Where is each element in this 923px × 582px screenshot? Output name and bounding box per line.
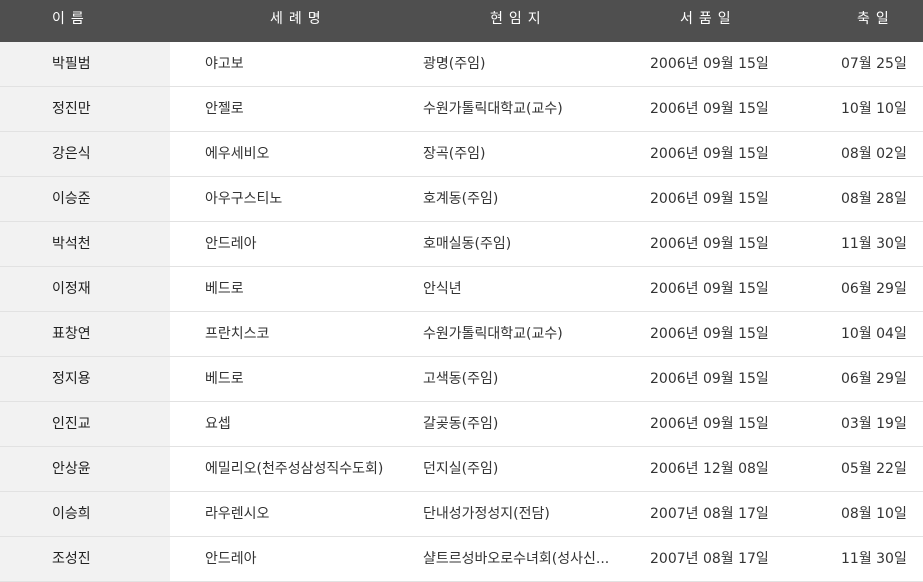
cell-name: 표창연 <box>52 326 91 342</box>
table-row: 박필범 야고보 광명(주임) 2006년 09월 15일 07월 25일 <box>0 42 923 87</box>
priest-table: 이름 세례명 현임지 서품일 축일 박필범 야고보 광명(주임) 2006년 09월 … <box>0 0 923 582</box>
header-name: 이름 <box>52 11 90 27</box>
cell-ordination-date: 2006년 09월 15일 <box>650 281 769 297</box>
header-feast-day: 축일 <box>857 11 895 27</box>
cell-feast-day: 11월 30일 <box>841 551 907 567</box>
table-row: 정진만 안젤로 수원가톨릭대학교(교수) 2006년 09월 15일 10월 10일 <box>0 87 923 132</box>
cell-name: 이승희 <box>52 506 91 522</box>
cell-feast-day: 05월 22일 <box>841 461 907 477</box>
cell-ordination-date: 2006년 09월 15일 <box>650 101 769 117</box>
cell-ordination-date: 2006년 09월 15일 <box>650 191 769 207</box>
cell-feast-day: 10월 04일 <box>841 326 907 342</box>
cell-feast-day: 08월 28일 <box>841 191 907 207</box>
table-row: 이승준 아우구스티노 호계동(주임) 2006년 09월 15일 08월 28일 <box>0 177 923 222</box>
cell-ordination-date: 2006년 12월 08일 <box>650 461 769 477</box>
table-row: 안상윤 에밀리오(천주성삼성직수도회) 던지실(주임) 2006년 12월 08일 05… <box>0 447 923 492</box>
cell-ordination-date: 2007년 08월 17일 <box>650 506 769 522</box>
table-row: 표창연 프란치스코 수원가톨릭대학교(교수) 2006년 09월 15일 10월 04일 <box>0 312 923 357</box>
header-current-post: 현임지 <box>490 11 547 27</box>
cell-feast-day: 07월 25일 <box>841 56 907 72</box>
cell-baptism-name: 요셉 <box>205 416 231 432</box>
cell-name: 정진만 <box>52 101 91 117</box>
cell-name: 강은식 <box>52 146 91 162</box>
cell-current-post: 광명(주임) <box>423 56 486 72</box>
table-row: 조성진 안드레아 샬트르성바오로수녀회(성사신... 2007년 08월 17일 11월… <box>0 537 923 582</box>
table-body: 박필범 야고보 광명(주임) 2006년 09월 15일 07월 25일 정진만 안젤로 수원… <box>0 42 923 582</box>
cell-feast-day: 08월 02일 <box>841 146 907 162</box>
cell-baptism-name: 프란치스코 <box>205 326 270 342</box>
table-row: 박석천 안드레아 호매실동(주임) 2006년 09월 15일 11월 30일 <box>0 222 923 267</box>
cell-current-post: 던지실(주임) <box>423 461 499 477</box>
cell-ordination-date: 2006년 09월 15일 <box>650 146 769 162</box>
cell-name: 이정재 <box>52 281 91 297</box>
cell-current-post: 호매실동(주임) <box>423 236 512 252</box>
table-row: 강은식 에우세비오 장곡(주임) 2006년 09월 15일 08월 02일 <box>0 132 923 177</box>
cell-ordination-date: 2006년 09월 15일 <box>650 326 769 342</box>
cell-baptism-name: 베드로 <box>205 281 244 297</box>
cell-feast-day: 03월 19일 <box>841 416 907 432</box>
cell-ordination-date: 2006년 09월 15일 <box>650 371 769 387</box>
cell-current-post: 갈곶동(주임) <box>423 416 499 432</box>
cell-baptism-name: 에우세비오 <box>205 146 270 162</box>
cell-baptism-name: 안드레아 <box>205 236 257 252</box>
cell-current-post: 호계동(주임) <box>423 191 499 207</box>
cell-baptism-name: 안드레아 <box>205 551 257 567</box>
cell-name: 인진교 <box>52 416 91 432</box>
table-row: 이승희 라우렌시오 단내성가정성지(전담) 2007년 08월 17일 08월 10일 <box>0 492 923 537</box>
cell-name: 안상윤 <box>52 461 91 477</box>
cell-name: 정지용 <box>52 371 91 387</box>
table-row: 이정재 베드로 안식년 2006년 09월 15일 06월 29일 <box>0 267 923 312</box>
cell-baptism-name: 베드로 <box>205 371 244 387</box>
header-baptism-name: 세례명 <box>270 11 327 27</box>
table-header: 이름 세례명 현임지 서품일 축일 <box>0 0 923 42</box>
cell-ordination-date: 2007년 08월 17일 <box>650 551 769 567</box>
cell-current-post: 고색동(주임) <box>423 371 499 387</box>
cell-current-post: 단내성가정성지(전담) <box>423 506 550 522</box>
cell-baptism-name: 안젤로 <box>205 101 244 117</box>
cell-feast-day: 10월 10일 <box>841 101 907 117</box>
table-row: 인진교 요셉 갈곶동(주임) 2006년 09월 15일 03월 19일 <box>0 402 923 447</box>
cell-current-post: 수원가톨릭대학교(교수) <box>423 101 563 117</box>
cell-name: 박필범 <box>52 56 91 72</box>
cell-current-post: 장곡(주임) <box>423 146 486 162</box>
cell-baptism-name: 라우렌시오 <box>205 506 270 522</box>
cell-name: 조성진 <box>52 551 91 567</box>
cell-current-post: 샬트르성바오로수녀회(성사신... <box>423 551 610 567</box>
cell-feast-day: 08월 10일 <box>841 506 907 522</box>
cell-current-post: 안식년 <box>423 281 462 297</box>
cell-feast-day: 11월 30일 <box>841 236 907 252</box>
cell-feast-day: 06월 29일 <box>841 371 907 387</box>
cell-feast-day: 06월 29일 <box>841 281 907 297</box>
header-ordination-date: 서품일 <box>680 11 737 27</box>
cell-name: 박석천 <box>52 236 91 252</box>
cell-ordination-date: 2006년 09월 15일 <box>650 416 769 432</box>
cell-baptism-name: 에밀리오(천주성삼성직수도회) <box>205 461 384 477</box>
cell-name: 이승준 <box>52 191 91 207</box>
cell-baptism-name: 야고보 <box>205 56 244 72</box>
cell-ordination-date: 2006년 09월 15일 <box>650 236 769 252</box>
cell-baptism-name: 아우구스티노 <box>205 191 283 207</box>
cell-current-post: 수원가톨릭대학교(교수) <box>423 326 563 342</box>
table-row: 정지용 베드로 고색동(주임) 2006년 09월 15일 06월 29일 <box>0 357 923 402</box>
cell-ordination-date: 2006년 09월 15일 <box>650 56 769 72</box>
